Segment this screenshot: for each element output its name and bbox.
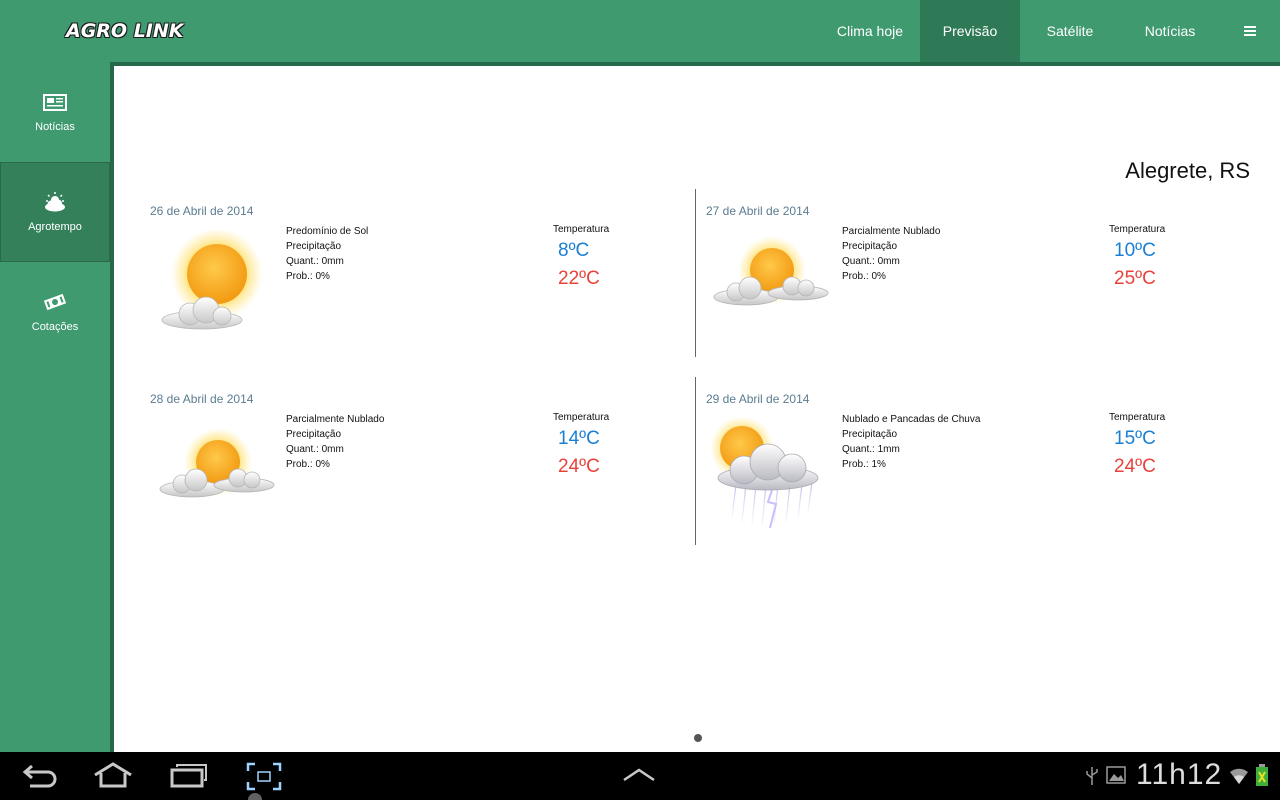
- precip-quantity: Quant.: 0mm: [286, 444, 344, 455]
- location-title: Alegrete, RS: [1125, 158, 1250, 183]
- screenshot-icon[interactable]: [246, 762, 282, 800]
- temperature-label: Temperatura: [1109, 412, 1166, 423]
- sidebar-item-cotacoes[interactable]: Cotações: [0, 262, 110, 362]
- sidebar-item-agrotempo[interactable]: Agrotempo: [0, 162, 110, 262]
- forecast-card: 29 de Abril de 2014 Nublado e Pancadas d…: [670, 380, 1215, 550]
- logo-text: AGRO LINK: [66, 20, 184, 42]
- sidebar-item-label: Notícias: [35, 121, 75, 133]
- page-indicator-dot[interactable]: [694, 734, 702, 742]
- forecast-card: 26 de Abril de 2014 Predomínio de Sol Pr…: [114, 192, 659, 362]
- nav-previsao[interactable]: Previsão: [920, 0, 1020, 62]
- precipitation-label: Precipitação: [842, 429, 898, 440]
- condition-text: Parcialmente Nublado: [286, 414, 385, 425]
- forecast-date: 28 de Abril de 2014: [150, 392, 254, 406]
- nav-clima-hoje[interactable]: Clima hoje: [820, 0, 920, 62]
- sidebar: Notícias Agrotempo Cotações: [0, 62, 110, 752]
- back-icon[interactable]: [22, 762, 58, 793]
- system-navigation-bar: 11h12: [0, 752, 1280, 800]
- precip-quantity: Quant.: 1mm: [842, 444, 900, 455]
- temp-max: 24ºC: [1114, 456, 1156, 477]
- forecast-card: 28 de Abril de 2014 Parcialmente Nublado…: [114, 380, 659, 550]
- forecast-description: Parcialmente Nublado Precipitação Quant.…: [842, 224, 940, 284]
- sidebar-item-label: Agrotempo: [28, 221, 82, 233]
- sidebar-item-label: Cotações: [31, 321, 79, 333]
- precipitation-label: Precipitação: [842, 241, 898, 252]
- hamburger-icon[interactable]: [1220, 0, 1280, 62]
- forecast-date: 27 de Abril de 2014: [706, 204, 810, 218]
- recent-apps-icon[interactable]: [170, 762, 208, 793]
- precipitation-label: Precipitação: [286, 241, 342, 252]
- temperature-label: Temperatura: [553, 224, 610, 235]
- partly-cloudy-icon: [150, 418, 280, 528]
- temperature-label: Temperatura: [1109, 224, 1166, 235]
- status-clock: 11h12: [1136, 758, 1223, 791]
- usb-icon: [1084, 766, 1100, 791]
- precip-probability: Prob.: 0%: [286, 271, 330, 282]
- top-bar: AGRO LINK Clima hoje Previsão Satélite N…: [0, 0, 1280, 62]
- chevron-up-icon[interactable]: [622, 768, 656, 787]
- temp-max: 22ºC: [558, 268, 600, 289]
- forecast-card: 27 de Abril de 2014 Parcialmente Nublado…: [670, 192, 1215, 362]
- temperature-label: Temperatura: [553, 412, 610, 423]
- temp-min: 15ºC: [1114, 428, 1156, 449]
- forecast-description: Parcialmente Nublado Precipitação Quant.…: [286, 412, 384, 472]
- precip-quantity: Quant.: 0mm: [842, 256, 900, 267]
- partly-cloudy-icon: [706, 230, 836, 340]
- temp-max: 25ºC: [1114, 268, 1156, 289]
- temp-min: 8ºC: [558, 240, 590, 261]
- precipitation-label: Precipitação: [286, 429, 342, 440]
- condition-text: Parcialmente Nublado: [842, 226, 941, 237]
- sidebar-item-noticias[interactable]: Notícias: [0, 62, 110, 162]
- condition-text: Nublado e Pancadas de Chuva: [842, 414, 981, 425]
- forecast-date: 29 de Abril de 2014: [706, 392, 810, 406]
- forecast-description: Predomínio de Sol Precipitação Quant.: 0…: [286, 224, 368, 284]
- top-nav: Clima hoje Previsão Satélite Notícias: [820, 0, 1280, 62]
- precip-quantity: Quant.: 0mm: [286, 256, 344, 267]
- wifi-icon: [1228, 764, 1250, 791]
- agrolink-logo[interactable]: AGRO LINK: [62, 8, 184, 56]
- forecast-panel: Alegrete, RS 26 de Abril de 2014 Predomí…: [110, 62, 1280, 752]
- sun-icon: [150, 228, 280, 340]
- newspaper-icon: [43, 91, 67, 113]
- temp-min: 14ºC: [558, 428, 600, 449]
- nav-satelite[interactable]: Satélite: [1020, 0, 1120, 62]
- home-icon[interactable]: [92, 762, 134, 793]
- thunderstorm-icon: [706, 416, 836, 529]
- precip-probability: Prob.: 1%: [842, 459, 886, 470]
- nav-noticias[interactable]: Notícias: [1120, 0, 1220, 62]
- money-icon: [43, 291, 67, 313]
- precip-probability: Prob.: 0%: [286, 459, 330, 470]
- forecast-date: 26 de Abril de 2014: [150, 204, 254, 218]
- battery-icon: [1255, 764, 1269, 791]
- cloud-sun-icon: [42, 191, 68, 213]
- image-notification-icon: [1106, 766, 1126, 789]
- temp-min: 10ºC: [1114, 240, 1156, 261]
- condition-text: Predomínio de Sol: [286, 226, 369, 237]
- forecast-description: Nublado e Pancadas de Chuva Precipitação…: [842, 412, 980, 472]
- temp-max: 24ºC: [558, 456, 600, 477]
- precip-probability: Prob.: 0%: [842, 271, 886, 282]
